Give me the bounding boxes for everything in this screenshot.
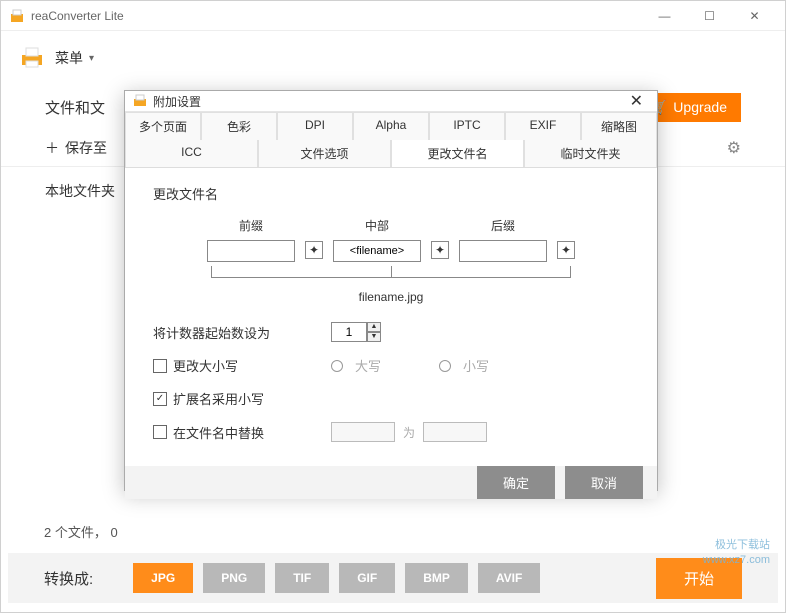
replace-row: 在文件名中替换 为 [153,422,629,442]
tab-thumbnail[interactable]: 缩略图 [581,112,657,140]
counter-input[interactable] [331,322,367,342]
files-label: 文件和文 [45,97,105,118]
counter-down-button[interactable]: ▼ [367,332,381,342]
replace-to-input[interactable] [423,422,487,442]
format-tif-button[interactable]: TIF [275,563,329,593]
counter-up-button[interactable]: ▲ [367,322,381,332]
filename-preview: filename.jpg [153,290,629,304]
tab-file-options[interactable]: 文件选项 [258,140,391,167]
tab-dpi[interactable]: DPI [277,112,353,140]
app-title: reaConverter Lite [31,9,642,23]
prefix-column: 前缀 [207,217,295,262]
middle-add-button[interactable]: ✦ [431,241,449,259]
chevron-down-icon[interactable]: ▾ [89,53,94,64]
prefix-input[interactable] [207,240,295,262]
replace-with-label: 为 [403,424,415,441]
bracket-connector [153,266,629,284]
save-to-label[interactable]: ＋ 保存至 [45,138,107,158]
format-bmp-button[interactable]: BMP [405,563,468,593]
ext-lowercase-label: 扩展名采用小写 [173,389,264,408]
dialog-titlebar: 附加设置 ✕ [125,91,657,112]
prefix-add-button[interactable]: ✦ [305,241,323,259]
uppercase-label: 大写 [355,356,381,375]
gear-icon[interactable]: ⚙ [727,138,741,158]
format-gif-button[interactable]: GIF [339,563,395,593]
dialog-body: 更改文件名 前缀 ✦ 中部 ✦ 后缀 ✦ filename.jpg 将计数器起始… [125,168,657,466]
tab-multipage[interactable]: 多个页面 [125,112,201,140]
tab-row-2: ICC 文件选项 更改文件名 临时文件夹 [125,140,657,167]
middle-input[interactable] [333,240,421,262]
counter-spinner: ▲ ▼ [331,322,381,342]
status-text: 2 个文件， 0 [44,522,118,541]
cancel-button[interactable]: 取消 [565,466,643,499]
middle-label: 中部 [365,217,389,234]
dialog-tabs: 多个页面 色彩 DPI Alpha IPTC EXIF 缩略图 ICC 文件选项… [125,112,657,168]
lowercase-label: 小写 [463,356,489,375]
titlebar: reaConverter Lite — ☐ ✕ [1,1,785,31]
rename-section-title: 更改文件名 [153,184,629,203]
change-case-checkbox[interactable] [153,359,167,373]
ext-lowercase-checkbox[interactable] [153,392,167,406]
save-to-text: 保存至 [65,138,107,158]
replace-checkbox[interactable] [153,425,167,439]
format-avif-button[interactable]: AVIF [478,563,540,593]
ext-lowercase-row: 扩展名采用小写 [153,389,629,408]
tab-icc[interactable]: ICC [125,140,258,167]
suffix-input[interactable] [459,240,547,262]
menu-label[interactable]: 菜单 [55,48,83,68]
change-case-label: 更改大小写 [173,356,238,375]
uppercase-radio[interactable] [331,360,343,372]
name-parts-row: 前缀 ✦ 中部 ✦ 后缀 ✦ [153,217,629,262]
watermark-line2: www.xz7.com [703,553,770,567]
tab-iptc[interactable]: IPTC [429,112,505,140]
app-icon [9,8,25,24]
main-toolbar: 菜单 ▾ [1,31,785,85]
lowercase-radio[interactable] [439,360,451,372]
middle-column: 中部 [333,217,421,262]
upgrade-label: Upgrade [673,99,727,115]
plus-icon: ＋ [45,138,59,158]
suffix-label: 后缀 [491,217,515,234]
tab-exif[interactable]: EXIF [505,112,581,140]
ok-button[interactable]: 确定 [477,466,555,499]
maximize-button[interactable]: ☐ [687,2,732,30]
dialog-title: 附加设置 [153,93,624,110]
dialog-close-button[interactable]: ✕ [624,91,649,111]
settings-dialog: 附加设置 ✕ 多个页面 色彩 DPI Alpha IPTC EXIF 缩略图 I… [124,90,658,491]
replace-from-input[interactable] [331,422,395,442]
dialog-footer: 确定 取消 [125,466,657,499]
tab-alpha[interactable]: Alpha [353,112,429,140]
suffix-add-button[interactable]: ✦ [557,241,575,259]
change-case-row: 更改大小写 大写 小写 [153,356,629,375]
replace-label: 在文件名中替换 [173,423,264,442]
dialog-icon [133,94,147,108]
format-jpg-button[interactable]: JPG [133,563,193,593]
counter-label: 将计数器起始数设为 [153,323,323,342]
watermark-line1: 极光下载站 [703,538,770,552]
convert-to-label: 转换成: [44,568,93,589]
close-button[interactable]: ✕ [732,2,777,30]
watermark: 极光下载站 www.xz7.com [703,538,770,567]
tab-row-1: 多个页面 色彩 DPI Alpha IPTC EXIF 缩略图 [125,112,657,140]
printer-icon [19,45,45,71]
minimize-button[interactable]: — [642,2,687,30]
tab-temp-folder[interactable]: 临时文件夹 [524,140,657,167]
format-png-button[interactable]: PNG [203,563,265,593]
tab-rename[interactable]: 更改文件名 [391,140,524,167]
convert-bar: 转换成: JPG PNG TIF GIF BMP AVIF 开始 [8,553,778,603]
counter-row: 将计数器起始数设为 ▲ ▼ [153,322,629,342]
prefix-label: 前缀 [239,217,263,234]
suffix-column: 后缀 [459,217,547,262]
tab-color[interactable]: 色彩 [201,112,277,140]
